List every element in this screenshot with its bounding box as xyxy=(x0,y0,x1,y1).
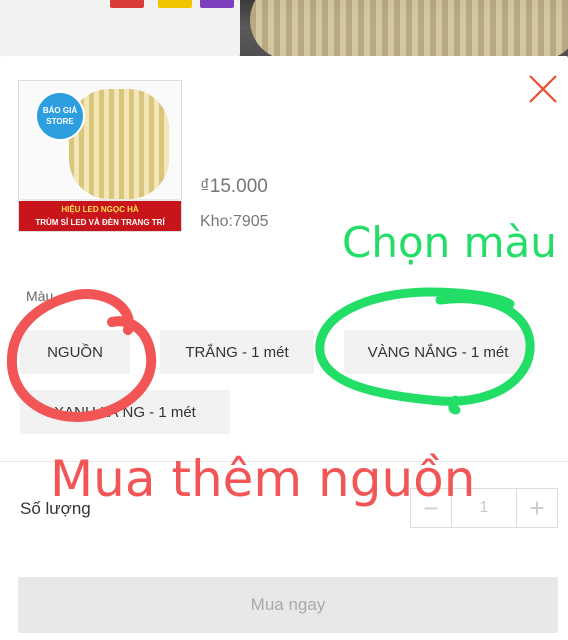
thumbnail-banner: HIỆU LED NGỌC HÀ TRÙM SỈ LED VÀ ĐÈN TRAN… xyxy=(19,201,181,231)
option-label: XANH LÁ NG - 1 mét xyxy=(54,403,196,421)
variation-label: Màu xyxy=(26,288,54,304)
option-xanh-la[interactable]: XANH LÁ NG - 1 mét xyxy=(20,390,230,434)
thumbnail-store-badge: BÁO GIÁ STORE xyxy=(35,91,85,141)
option-label: TRẮNG - 1 mét xyxy=(185,343,289,361)
annotation-mua-them-nguon: Mua thêm nguồn xyxy=(50,450,476,508)
background-stripe-red xyxy=(110,0,144,8)
option-trang[interactable]: TRẮNG - 1 mét xyxy=(160,330,314,374)
option-vang-nang[interactable]: VÀNG NẮNG - 1 mét xyxy=(344,330,532,374)
option-nguon[interactable]: NGUỒN xyxy=(20,330,130,374)
thumbnail-banner-line1: HIỆU LED NGỌC HÀ xyxy=(61,205,139,214)
close-button[interactable] xyxy=(524,70,562,108)
close-icon xyxy=(529,75,557,103)
product-thumbnail: BÁO GIÁ STORE HIỆU LED NGỌC HÀ TRÙM SỈ L… xyxy=(18,80,182,232)
option-label: VÀNG NẮNG - 1 mét xyxy=(367,343,509,361)
background-led-reel xyxy=(250,0,568,60)
quantity-increase-button[interactable]: + xyxy=(517,489,557,527)
thumbnail-banner-line2: TRÙM SỈ LED VÀ ĐÈN TRANG TRÍ xyxy=(35,218,165,227)
background-stripe-yellow xyxy=(158,0,192,8)
background-stripe-purple xyxy=(200,0,234,8)
option-label: NGUỒN xyxy=(47,343,103,361)
annotation-chon-mau: Chọn màu xyxy=(342,218,557,267)
background-packaging xyxy=(0,0,240,60)
buy-now-button[interactable]: Mua ngay xyxy=(18,577,558,633)
product-stock: Kho:7905 xyxy=(200,213,269,230)
thumbnail-led-reel xyxy=(69,89,169,199)
product-price: ₫15.000 xyxy=(200,176,268,197)
